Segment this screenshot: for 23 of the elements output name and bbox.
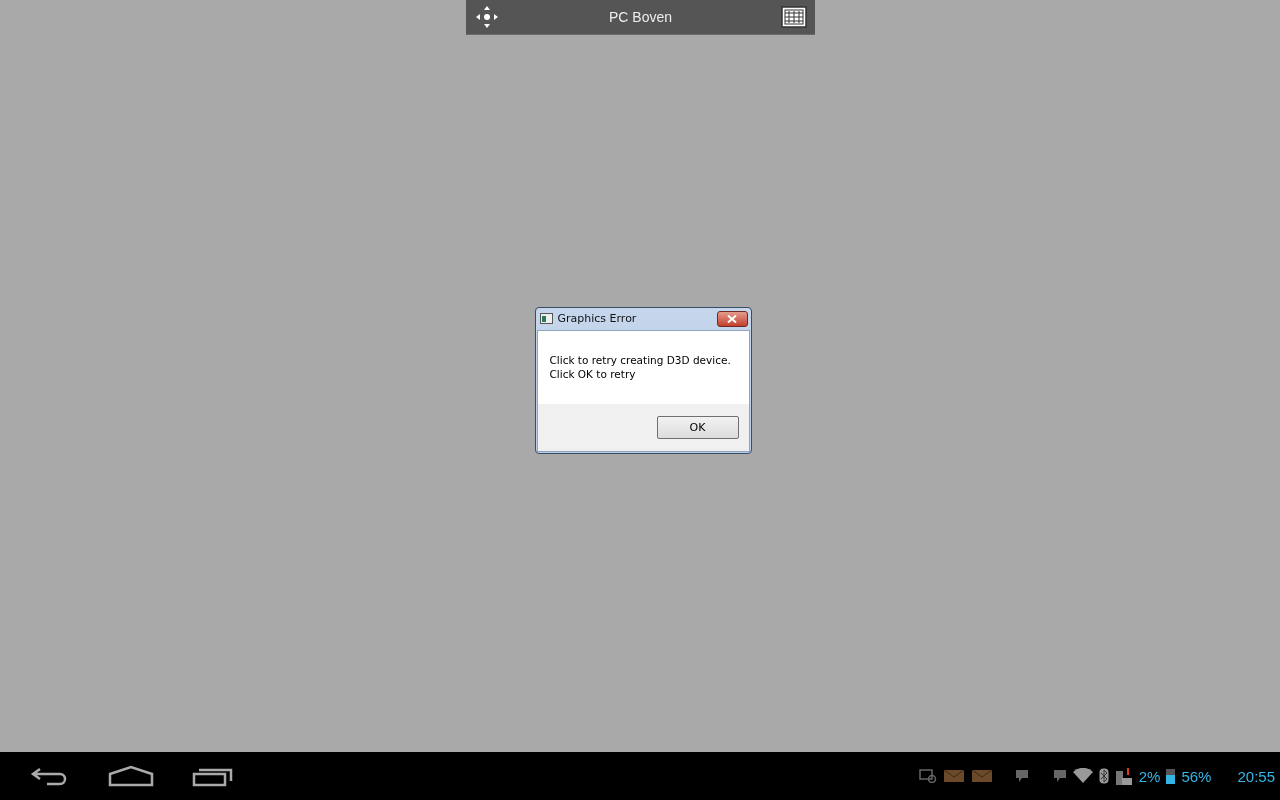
connection-title: PC Boven <box>608 9 672 25</box>
envelope-icon <box>942 769 965 783</box>
dialog-message: Click to retry creating D3D device. <box>549 352 732 367</box>
window-icon <box>539 312 554 325</box>
clock: 20:55 <box>1237 767 1275 785</box>
keyboard-battery-percent: 2% <box>1138 767 1161 785</box>
home-icon[interactable] <box>108 765 154 787</box>
dialog-message: Click OK to retry <box>549 366 637 381</box>
screen-sync-icon <box>918 769 937 783</box>
bluetooth-icon <box>1098 768 1109 784</box>
ok-button[interactable]: OK <box>656 415 739 439</box>
battery-percent: 56% <box>1181 767 1212 785</box>
dialog-title: Graphics Error <box>557 312 638 325</box>
keyboard-icon[interactable] <box>781 6 807 28</box>
keyboard-battery-icon <box>1114 767 1133 785</box>
chat-bubble-icon <box>1052 769 1067 783</box>
close-icon <box>727 314 737 323</box>
envelope-icon <box>970 769 993 783</box>
chat-bubble-icon <box>1014 769 1029 783</box>
battery-icon <box>1166 768 1176 784</box>
close-button[interactable] <box>716 310 748 327</box>
move-arrows-icon[interactable] <box>474 4 500 30</box>
wifi-icon <box>1072 768 1093 784</box>
